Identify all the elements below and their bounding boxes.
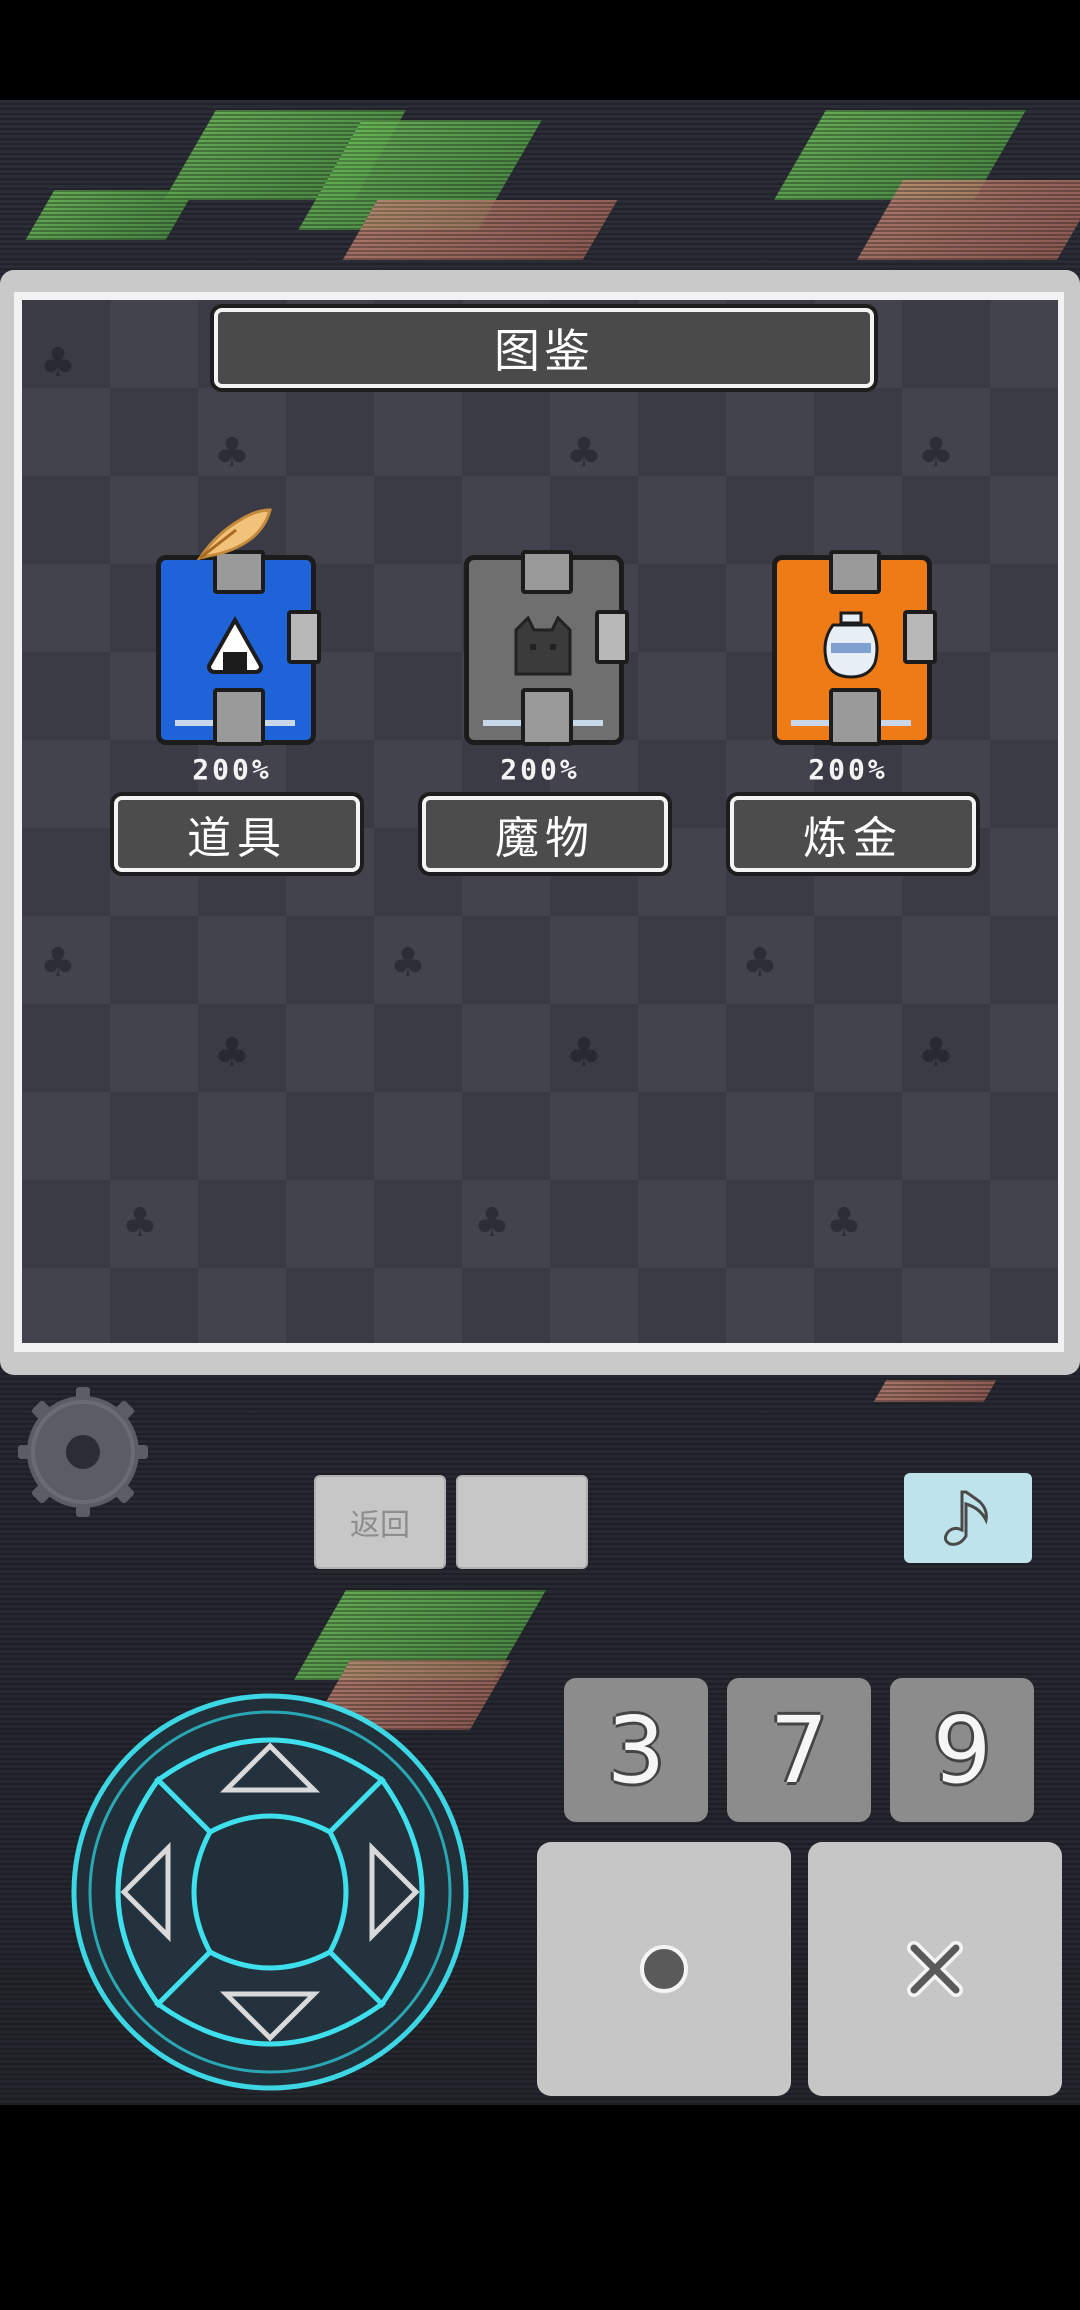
monsters-percent: 200% (500, 753, 580, 786)
panel-title: 图鉴 (214, 308, 874, 388)
music-button[interactable] (904, 1473, 1032, 1563)
alchemy-button[interactable]: 炼金 (730, 796, 976, 872)
key-7[interactable]: 7 (727, 1678, 871, 1822)
key-9[interactable]: 9 (890, 1678, 1034, 1822)
cat-silhouette-icon (507, 610, 579, 682)
items-percent: 200% (192, 753, 272, 786)
blank-button[interactable] (456, 1475, 588, 1569)
vase-icon (815, 610, 887, 682)
gear-icon[interactable] (16, 1385, 150, 1519)
items-book-icon[interactable] (156, 550, 321, 746)
monsters-button[interactable]: 魔物 (422, 796, 668, 872)
key-3[interactable]: 3 (564, 1678, 708, 1822)
cross-icon (907, 1941, 963, 1997)
map-background-top (0, 100, 1080, 270)
cancel-button[interactable] (808, 1842, 1062, 2096)
rice-ball-icon (199, 610, 271, 682)
quill-icon (196, 508, 272, 561)
items-button[interactable]: 道具 (114, 796, 360, 872)
back-button[interactable]: 返回 (314, 1475, 446, 1569)
dpad[interactable] (68, 1690, 472, 2094)
music-note-icon (943, 1490, 988, 1546)
alchemy-book-icon[interactable] (772, 550, 937, 746)
alchemy-percent: 200% (808, 753, 888, 786)
circle-icon (640, 1945, 688, 1993)
confirm-button[interactable] (537, 1842, 791, 2096)
monsters-book-icon[interactable] (464, 550, 629, 746)
